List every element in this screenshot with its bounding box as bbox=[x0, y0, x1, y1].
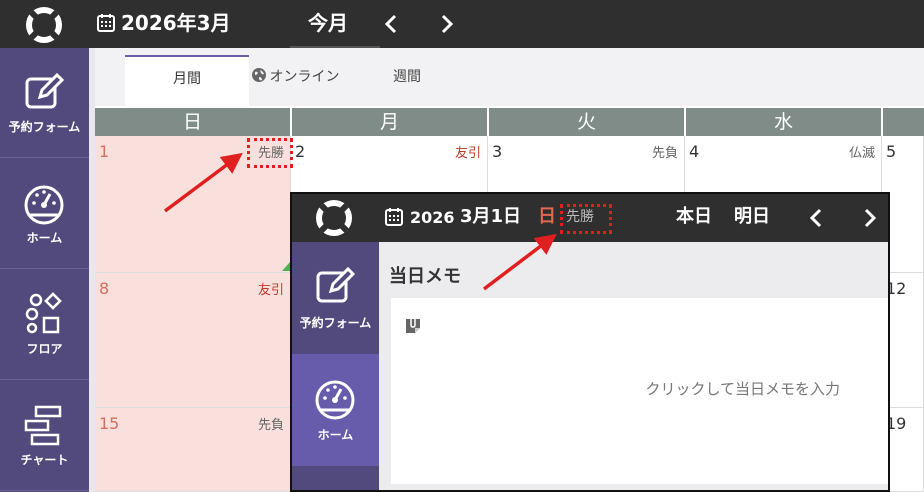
edit-icon bbox=[25, 72, 65, 109]
app-root: 2026年3月 今月 予約フォーム ホーム フロア チャート 月間 オンライン … bbox=[0, 0, 924, 492]
day-weekday: 日 bbox=[538, 206, 556, 227]
day-number: 8 bbox=[99, 279, 110, 298]
day-year: 2026 bbox=[410, 208, 455, 227]
day-sidebar: 予約フォーム ホーム bbox=[292, 242, 379, 490]
day-number: 2 bbox=[295, 142, 306, 161]
this-month-button[interactable]: 今月 bbox=[308, 9, 348, 37]
sidebar-item-label: チャート bbox=[20, 453, 69, 467]
chevron-left-icon[interactable] bbox=[380, 12, 402, 36]
sidebar-item-booking-form[interactable]: 予約フォーム bbox=[292, 242, 379, 354]
tab-weekly[interactable]: 週間 bbox=[345, 55, 469, 106]
sidebar-item-label: 予約フォーム bbox=[299, 316, 372, 330]
edit-icon bbox=[316, 266, 356, 303]
chevron-right-icon[interactable] bbox=[436, 12, 458, 36]
day-detail-window: 2026 3月1日 日 先勝 本日 明日 予約フォーム ホーム 当日メモ クリッ… bbox=[290, 192, 890, 492]
tab-online[interactable]: オンライン bbox=[233, 55, 357, 106]
top-bar: 2026年3月 今月 bbox=[0, 0, 924, 48]
chart-icon bbox=[24, 405, 62, 446]
memo-placeholder: クリックして当日メモを入力 bbox=[645, 380, 840, 398]
day-main: 当日メモ クリックして当日メモを入力 bbox=[379, 242, 888, 490]
sidebar: 予約フォーム ホーム フロア チャート bbox=[0, 48, 89, 492]
sidebar-item-home[interactable]: ホーム bbox=[292, 354, 379, 466]
rokuyo-label: 友引 bbox=[454, 146, 481, 161]
chevron-right-icon[interactable] bbox=[860, 206, 880, 230]
calendar-day-8[interactable]: 8 友引 bbox=[95, 273, 291, 408]
rokuyo-label: 先負 bbox=[257, 418, 284, 433]
rokuyo-label: 先負 bbox=[651, 146, 678, 161]
memo-note-icon bbox=[406, 316, 420, 333]
shapes-icon bbox=[25, 292, 62, 334]
sidebar-item-booking-form[interactable]: 予約フォーム bbox=[0, 48, 89, 158]
sidebar-item-chart[interactable]: チャート bbox=[0, 381, 89, 491]
app-logo-icon[interactable] bbox=[316, 200, 352, 236]
globe-icon bbox=[251, 68, 266, 82]
weekday-header: 日 月 火 水 bbox=[95, 108, 924, 136]
chevron-left-icon[interactable] bbox=[806, 206, 826, 230]
sidebar-item-label: 予約フォーム bbox=[8, 120, 81, 134]
day-number: 1 bbox=[99, 142, 110, 161]
weekday-mon: 月 bbox=[292, 108, 489, 136]
sidebar-item-floor[interactable]: フロア bbox=[0, 270, 89, 380]
calendar-day-15[interactable]: 15 先負 bbox=[95, 408, 291, 492]
tomorrow-button[interactable]: 明日 bbox=[734, 204, 770, 230]
month-title: 2026年3月 bbox=[121, 11, 231, 35]
rokuyo-label: 仏滅 bbox=[848, 146, 875, 161]
highlight-box bbox=[247, 138, 293, 168]
sidebar-item-label: ホーム bbox=[317, 428, 354, 442]
rokuyo-label: 友引 bbox=[257, 283, 284, 298]
day-number: 15 bbox=[99, 414, 120, 433]
weekday-sun: 日 bbox=[95, 108, 292, 136]
gauge-icon bbox=[315, 380, 355, 420]
day-number: 3 bbox=[492, 142, 503, 161]
calendar-icon bbox=[97, 14, 115, 32]
app-logo-icon[interactable] bbox=[26, 7, 62, 43]
memo-input[interactable]: クリックして当日メモを入力 bbox=[391, 298, 888, 484]
gauge-icon bbox=[24, 185, 64, 225]
tab-label: オンライン bbox=[269, 69, 340, 85]
view-tabs: 月間 オンライン 週間 bbox=[95, 48, 924, 106]
sidebar-item-label: ホーム bbox=[26, 231, 63, 245]
memo-title: 当日メモ bbox=[389, 266, 461, 287]
weekday-wed: 水 bbox=[686, 108, 883, 136]
day-date: 3月1日 bbox=[460, 206, 522, 227]
highlight-box bbox=[560, 204, 612, 234]
sidebar-item-label: フロア bbox=[26, 342, 63, 356]
weekday-tue: 火 bbox=[489, 108, 686, 136]
calendar-icon bbox=[385, 208, 403, 226]
sidebar-item-home[interactable]: ホーム bbox=[0, 159, 89, 269]
day-number: 5 bbox=[886, 142, 897, 161]
today-button[interactable]: 本日 bbox=[676, 204, 712, 230]
tab-monthly[interactable]: 月間 bbox=[125, 55, 249, 106]
day-number: 4 bbox=[689, 142, 700, 161]
event-marker-icon bbox=[282, 262, 290, 271]
